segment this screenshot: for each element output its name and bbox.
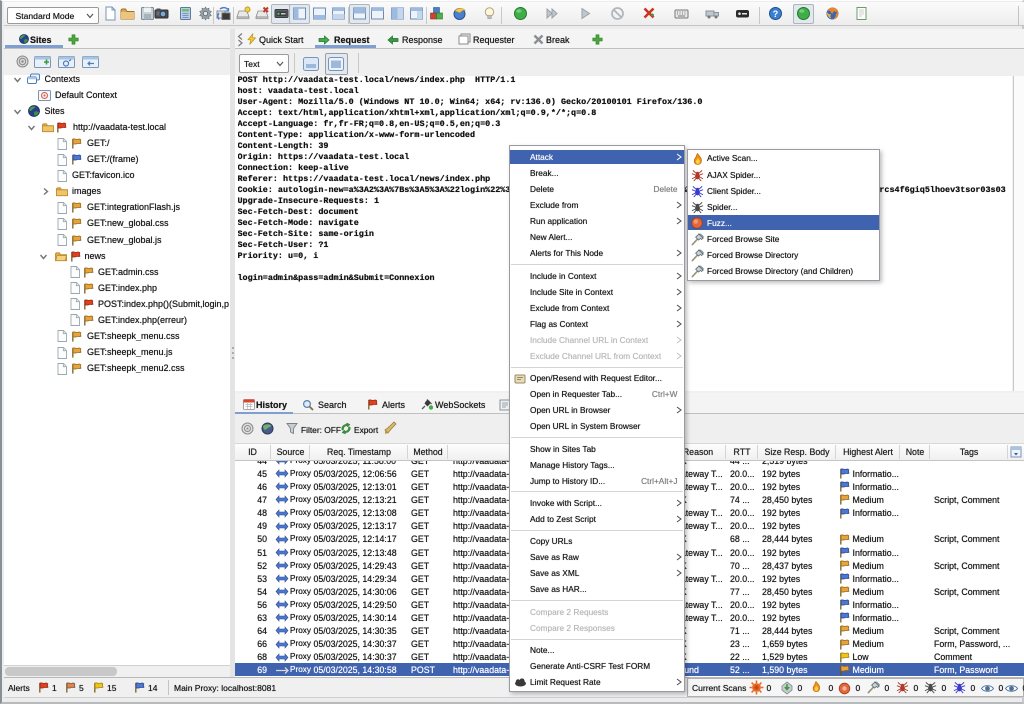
svg-text:?: ? [773,9,779,19]
